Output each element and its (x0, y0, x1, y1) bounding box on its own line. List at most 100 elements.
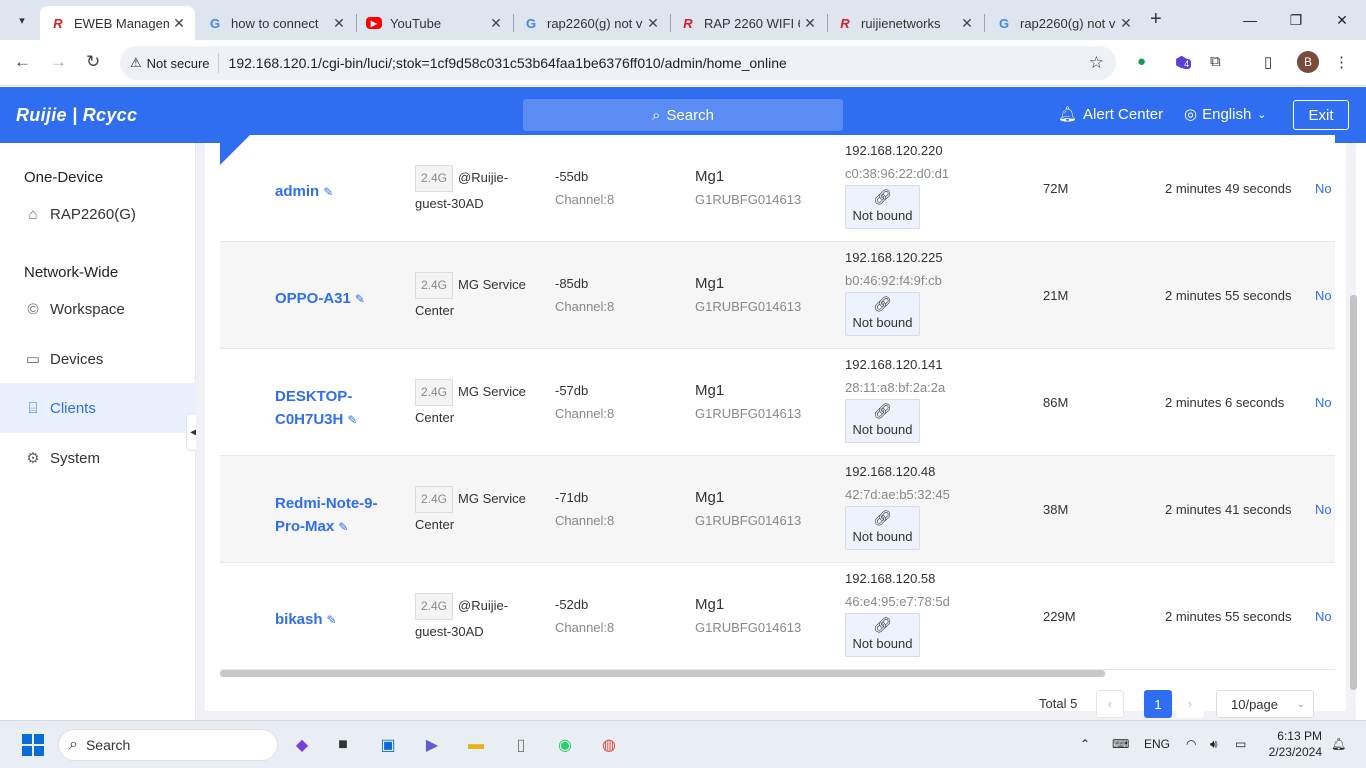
close-tab-icon[interactable]: ✕ (169, 15, 189, 32)
sidebar-item-devices[interactable]: ▭ Devices (0, 334, 196, 384)
bookmark-star-icon[interactable]: ☆ (1089, 53, 1104, 73)
exit-button[interactable]: Exit (1293, 100, 1349, 130)
url-text[interactable]: 192.168.120.1/cgi-bin/luci/;stok=1cf9d58… (229, 55, 787, 71)
extension-icon[interactable]: ⬢4 (1175, 53, 1192, 71)
minimize-icon[interactable]: — (1227, 6, 1273, 34)
copilot-icon[interactable]: ◆ (290, 733, 314, 757)
edit-pencil-icon[interactable]: ✎ (327, 613, 337, 627)
tab-rap2260-search[interactable]: G rap2260(g) not v ✕ (513, 6, 669, 40)
vertical-scrollbar[interactable] (1350, 295, 1357, 690)
edit-pencil-icon[interactable]: ✎ (338, 520, 348, 534)
tab-rap2260-wifi[interactable]: R RAP 2260 WIFI 6 ✕ (670, 6, 826, 40)
reload-icon[interactable]: ↻ (86, 52, 100, 72)
close-tab-icon[interactable]: ✕ (643, 15, 663, 32)
omnibox[interactable]: ⚠ Not secure 192.168.120.1/cgi-bin/luci/… (120, 46, 1116, 80)
alert-center-link[interactable]: 🔔︎ Alert Center (1058, 105, 1163, 124)
restore-icon[interactable]: ❐ (1273, 6, 1319, 34)
close-tab-icon[interactable]: ✕ (1116, 15, 1136, 32)
edit-pencil-icon[interactable]: ✎ (347, 413, 357, 427)
sidebar-item-workspace[interactable]: © Workspace (0, 284, 196, 334)
forward-icon[interactable]: → (50, 52, 67, 72)
tab-how-to-connect[interactable]: G how to connect ✕ (197, 6, 355, 40)
notepad-icon[interactable]: ▯ (509, 733, 533, 757)
client-name[interactable]: Redmi-Note-9-Pro-Max (275, 495, 378, 535)
whatsapp-icon[interactable]: ◉ (553, 733, 577, 757)
tab-rap2260-search-2[interactable]: G rap2260(g) not v ✕ (986, 6, 1142, 40)
client-name[interactable]: OPPO-A31 (275, 290, 351, 307)
next-page-button[interactable]: › (1176, 690, 1204, 718)
action-link[interactable]: No (1315, 288, 1332, 303)
action-link[interactable]: No (1315, 395, 1332, 410)
profile-avatar[interactable]: B (1297, 51, 1319, 73)
client-name-link[interactable]: admin ✎ (275, 180, 400, 204)
edit-pencil-icon[interactable]: ✎ (323, 185, 333, 199)
sidebar-item-clients[interactable]: ⌸ Clients (0, 383, 196, 433)
action-link[interactable]: No (1315, 609, 1332, 624)
task-view-icon[interactable]: ■ (331, 733, 355, 757)
wifi-icon[interactable]: ◠ (1186, 737, 1196, 751)
clock[interactable]: 6:13 PM 2/23/2024 (1262, 728, 1322, 760)
action-link[interactable]: No (1315, 502, 1332, 517)
ip-address: 192.168.120.220 (845, 143, 943, 158)
client-name-link[interactable]: Redmi-Note-9-Pro-Max ✎ (275, 492, 400, 539)
horizontal-scrollbar[interactable] (220, 670, 1105, 677)
client-name[interactable]: admin (275, 183, 319, 200)
bind-button[interactable]: 🔗︎ Not bound (845, 185, 920, 229)
tab-title: EWEB Managem (74, 15, 169, 31)
close-tab-icon[interactable]: ✕ (329, 15, 349, 32)
ap-serial: G1RUBFG014613 (695, 513, 802, 528)
close-tab-icon[interactable]: ✕ (957, 15, 977, 32)
client-name-link[interactable]: OPPO-A31 ✎ (275, 287, 400, 311)
chrome-icon[interactable]: ◍ (597, 733, 621, 757)
bind-button[interactable]: 🔗︎ Not bound (845, 292, 920, 336)
widgets-icon[interactable]: ▣ (376, 733, 400, 757)
file-explorer-icon[interactable]: ▬ (464, 733, 488, 757)
language-indicator[interactable]: ENG (1144, 737, 1170, 751)
teams-icon[interactable]: ▶ (420, 733, 444, 757)
page-1-button[interactable]: 1 (1144, 690, 1172, 718)
taskbar-search[interactable]: ⌕ Search (58, 729, 278, 761)
tab-eweb[interactable]: R EWEB Managem ✕ (40, 6, 195, 40)
client-name-link[interactable]: DESKTOP-C0H7U3H ✎ (275, 385, 400, 432)
side-panel-icon[interactable]: ▯ (1264, 53, 1272, 71)
battery-icon[interactable]: ▭ (1235, 737, 1246, 751)
rate: 86M (1043, 395, 1069, 410)
tab-ruijienetworks[interactable]: R ruijienetworks ✕ (827, 6, 983, 40)
close-tab-icon[interactable]: ✕ (800, 15, 820, 32)
grammarly-extension-icon[interactable]: ● (1137, 53, 1146, 70)
edit-pencil-icon[interactable]: ✎ (355, 292, 365, 306)
close-tab-icon[interactable]: ✕ (486, 15, 506, 32)
sidebar-item-system[interactable]: ⚙ System (0, 433, 196, 483)
bind-button[interactable]: 🔗︎ Not bound (845, 613, 920, 657)
close-window-icon[interactable]: ✕ (1319, 6, 1365, 34)
security-indicator[interactable]: ⚠ Not secure (130, 53, 219, 73)
tab-youtube[interactable]: ▶ YouTube ✕ (356, 6, 512, 40)
tab-search-icon[interactable]: ▾ (10, 8, 34, 32)
page-size-select[interactable]: 10/page ⌄ (1216, 690, 1314, 718)
system-icon: ⚙ (26, 450, 40, 467)
client-name[interactable]: DESKTOP-C0H7U3H (275, 388, 352, 428)
prev-page-button[interactable]: ‹ (1096, 690, 1124, 718)
ap-serial: G1RUBFG014613 (695, 192, 802, 207)
client-name-link[interactable]: bikash ✎ (275, 608, 400, 632)
chevron-up-icon[interactable]: ⌃ (1080, 737, 1090, 751)
ap-cell: Mg1 G1RUBFG014613 (695, 593, 801, 639)
keyboard-icon[interactable]: ⌨ (1112, 737, 1129, 751)
sidebar-item-device[interactable]: ⌂ RAP2260(G) (0, 189, 196, 239)
online-duration: 2 minutes 55 seconds (1165, 288, 1292, 303)
notification-bell-icon[interactable]: 🔔︎ (1331, 737, 1346, 751)
action-link[interactable]: No (1315, 181, 1332, 196)
back-icon[interactable]: ← (14, 52, 31, 72)
puzzle-extensions-icon[interactable]: ⧉ (1210, 53, 1221, 70)
language-selector[interactable]: ◎ English ⌄ (1184, 105, 1267, 124)
signal-strength: -55db (555, 169, 589, 184)
search-box[interactable]: ⌕ Search (523, 99, 843, 131)
bind-button[interactable]: 🔗︎ Not bound (845, 506, 920, 550)
bind-button[interactable]: 🔗︎ Not bound (845, 399, 920, 443)
volume-icon[interactable]: 🔊︎ (1210, 737, 1218, 752)
new-tab-button[interactable]: + (1150, 8, 1162, 31)
sidebar-item-label: System (50, 449, 101, 467)
client-name[interactable]: bikash (275, 611, 323, 628)
menu-dots-icon[interactable]: ⋮ (1334, 53, 1349, 71)
windows-start-icon[interactable] (21, 733, 45, 757)
